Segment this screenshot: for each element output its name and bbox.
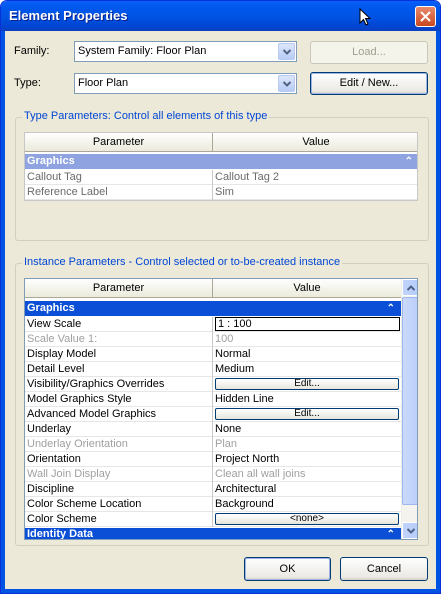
param-value[interactable]: Normal — [213, 347, 401, 362]
table-row[interactable]: Discipline Architectural — [25, 482, 401, 497]
table-row[interactable]: Underlay None — [25, 422, 401, 437]
collapse-icon[interactable]: ⌃ — [387, 301, 395, 316]
instance-section-label: Graphics — [27, 302, 75, 314]
view-scale-input[interactable]: 1 : 100 — [215, 317, 400, 331]
close-icon — [420, 11, 431, 22]
family-value: System Family: Floor Plan — [78, 45, 207, 57]
chevron-up-icon — [407, 285, 415, 291]
table-row[interactable]: Visibility/Graphics Overrides Edit... — [25, 377, 401, 392]
param-value[interactable]: Architectural — [213, 482, 401, 497]
instance-parameters-grid: Parameter Value Graphics ⌃ View Scale 1 … — [24, 278, 418, 540]
param-value[interactable]: Hidden Line — [213, 392, 401, 407]
table-row[interactable]: Model Graphics Style Hidden Line — [25, 392, 401, 407]
load-button[interactable]: Load... — [310, 41, 428, 64]
chevron-down-icon — [283, 81, 291, 87]
table-row[interactable]: Display Model Normal — [25, 347, 401, 362]
type-col-parameter[interactable]: Parameter — [25, 133, 213, 152]
family-dropdown-button[interactable] — [278, 43, 295, 60]
param-name: Advanced Model Graphics — [25, 407, 213, 422]
instance-section-identity-data[interactable]: Identity Data ⌃ — [25, 528, 401, 540]
param-name: Underlay Orientation — [25, 437, 213, 452]
param-name: Discipline — [25, 482, 213, 497]
param-value: 100 — [215, 333, 234, 345]
collapse-icon[interactable]: ⌃ — [387, 528, 395, 539]
type-parameters-grid: Parameter Value Graphics ⌃ Callout Tag C… — [24, 132, 418, 201]
table-row[interactable]: Advanced Model Graphics Edit... — [25, 407, 401, 422]
table-row: Callout Tag Callout Tag 2 — [25, 170, 417, 185]
scroll-down-button[interactable] — [402, 522, 417, 539]
type-dropdown-button[interactable] — [278, 75, 295, 92]
ok-button[interactable]: OK — [244, 557, 331, 581]
window-border-bottom — [1, 589, 440, 593]
chevron-down-icon — [407, 528, 415, 534]
table-row: Underlay Orientation Plan — [25, 437, 401, 452]
param-name: Wall Join Display — [25, 467, 213, 482]
type-col-value[interactable]: Value — [213, 133, 417, 152]
instance-parameters-title: Instance Parameters - Control selected o… — [22, 256, 343, 268]
param-value: Callout Tag 2 — [215, 171, 280, 183]
param-value[interactable]: Medium — [213, 362, 401, 377]
element-properties-dialog: Element Properties Family: System Family… — [0, 0, 441, 594]
param-name: Model Graphics Style — [25, 392, 213, 407]
scroll-up-button[interactable] — [402, 279, 417, 296]
param-value[interactable]: None — [213, 422, 401, 437]
param-value: Plan — [215, 438, 238, 450]
type-label: Type: — [14, 77, 41, 89]
table-row[interactable]: Color Scheme Location Background — [25, 497, 401, 512]
instance-col-value[interactable]: Value — [213, 279, 401, 298]
param-name: Scale Value 1: — [25, 332, 213, 347]
param-name: Display Model — [25, 347, 213, 362]
param-name: Color Scheme Location — [25, 497, 213, 512]
param-value: Clean all wall joins — [215, 468, 306, 480]
scroll-thumb[interactable] — [402, 297, 417, 505]
identity-section-label: Identity Data — [27, 528, 94, 540]
instance-col-parameter[interactable]: Parameter — [25, 279, 213, 298]
param-name: Visibility/Graphics Overrides — [25, 377, 213, 392]
param-name: Underlay — [25, 422, 213, 437]
type-section-label: Graphics — [27, 155, 75, 167]
type-section-graphics[interactable]: Graphics ⌃ — [25, 154, 417, 169]
advanced-model-graphics-edit-button[interactable]: Edit... — [215, 408, 399, 420]
type-parameters-title: Type Parameters: Control all elements of… — [22, 110, 270, 122]
visibility-graphics-edit-button[interactable]: Edit... — [215, 378, 399, 390]
param-name: View Scale — [25, 317, 213, 332]
collapse-icon[interactable]: ⌃ — [405, 154, 413, 169]
table-row[interactable]: View Scale 1 : 100 — [25, 317, 401, 332]
param-value[interactable]: Project North — [213, 452, 401, 467]
table-row: Scale Value 1: 100 — [25, 332, 401, 347]
type-value: Floor Plan — [78, 77, 129, 89]
param-name: Detail Level — [25, 362, 213, 377]
family-dropdown[interactable]: System Family: Floor Plan — [74, 41, 297, 62]
param-value: Sim — [215, 186, 234, 198]
family-label: Family: — [14, 45, 50, 57]
type-grid-header: Parameter Value — [25, 133, 417, 152]
instance-grid-scrollbar[interactable] — [401, 279, 417, 539]
window-border-right — [436, 31, 440, 593]
close-button[interactable] — [415, 6, 436, 27]
table-row: Wall Join Display Clean all wall joins — [25, 467, 401, 482]
mouse-cursor-icon — [359, 8, 371, 26]
cancel-button[interactable]: Cancel — [340, 557, 428, 581]
param-name: Orientation — [25, 452, 213, 467]
table-row[interactable]: Detail Level Medium — [25, 362, 401, 377]
table-row[interactable]: Color Scheme <none> — [25, 512, 401, 527]
table-row[interactable]: Orientation Project North — [25, 452, 401, 467]
param-name: Reference Label — [25, 185, 213, 200]
chevron-down-icon — [283, 49, 291, 55]
window-border-left — [1, 31, 5, 593]
title-bar[interactable]: Element Properties — [1, 1, 440, 31]
color-scheme-button[interactable]: <none> — [215, 513, 399, 525]
param-value[interactable]: Background — [213, 497, 401, 512]
edit-new-button[interactable]: Edit / New... — [310, 72, 428, 95]
instance-grid-header: Parameter Value — [25, 279, 401, 298]
param-name: Color Scheme — [25, 512, 213, 527]
table-row: Reference Label Sim — [25, 185, 417, 200]
dialog-title: Element Properties — [9, 8, 128, 23]
instance-section-graphics[interactable]: Graphics ⌃ — [25, 301, 401, 316]
type-dropdown[interactable]: Floor Plan — [74, 73, 297, 94]
param-name: Callout Tag — [25, 170, 213, 185]
